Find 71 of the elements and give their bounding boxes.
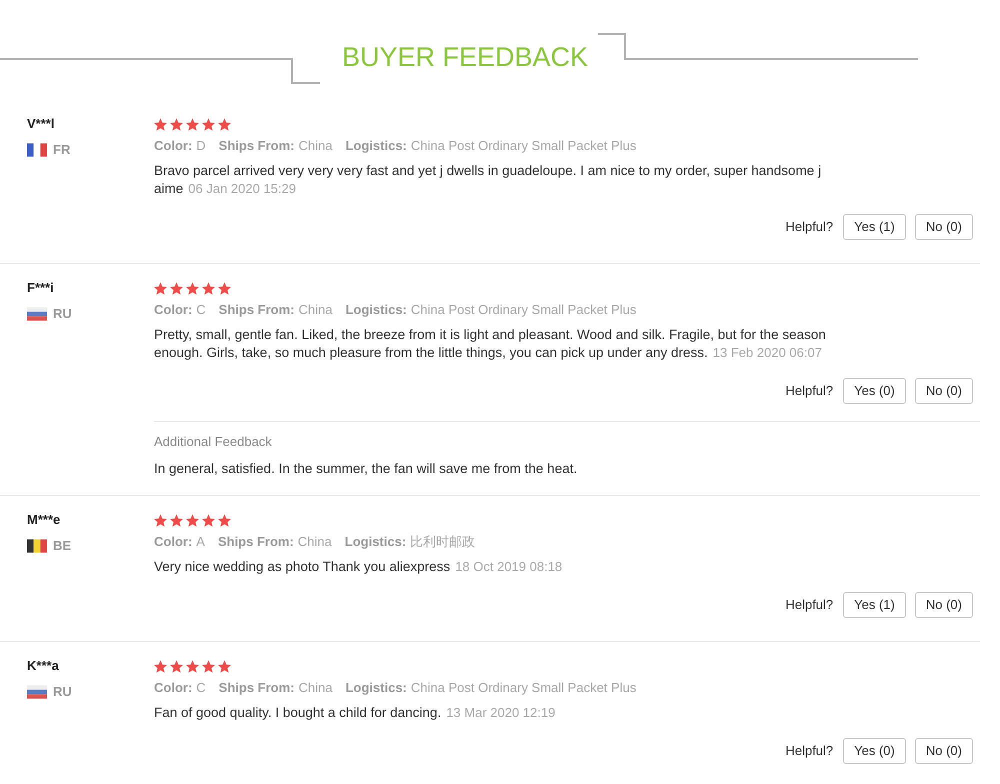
attribute-label: Logistics: [344,533,406,551]
attribute-label: Color: [154,301,192,319]
attribute-value: China [298,533,332,551]
attribute-value: China Post Ordinary Small Packet Plus [410,301,636,319]
reviewer-name: F***i [27,279,55,297]
country-code: RU [53,305,72,323]
star-icon [154,118,167,130]
additional-feedback-label: Additional Feedback [154,433,273,451]
no-button[interactable]: No (0) [914,738,973,764]
star-icon [202,514,215,526]
review-text: Fan of good quality. I bought a child for dancing. 13 Mar 2020 12:19 [154,704,556,722]
country-code: RU [53,683,72,701]
attribute-value: A [196,533,205,551]
attribute-value: China [298,679,332,697]
yes-button[interactable]: Yes (1) [843,592,906,618]
attribute-value: C [196,301,206,319]
star-icon [186,514,199,526]
attribute-label: Color: [154,137,192,155]
yes-button[interactable]: Yes (0) [843,378,906,404]
helpful-label: Helpful? [785,596,834,614]
star-icon [186,282,199,294]
attribute-value: 比利时邮政 [410,533,476,551]
no-button[interactable]: No (0) [914,214,973,240]
reviewer-name: V***l [27,115,56,133]
star-icon [186,660,199,672]
star-icon [154,660,167,672]
star-icon [202,282,215,294]
star-icon [218,660,231,672]
helpful-label: Helpful? [785,218,834,236]
attribute-value: China Post Ordinary Small Packet Plus [410,137,636,155]
attribute-value: D [196,137,206,155]
attribute-value: China [298,301,332,319]
yes-button[interactable]: Yes (0) [843,738,906,764]
star-icon [218,514,231,526]
attribute-value: C [196,679,206,697]
country-code: BE [53,537,72,555]
star-icon [202,118,215,130]
attribute-value: China Post Ordinary Small Packet Plus [410,679,636,697]
star-icon [170,660,183,672]
attribute-label: Ships From: [218,301,295,319]
helpful-label: Helpful? [785,742,834,760]
attribute-label: Ships From: [218,679,295,697]
yes-button[interactable]: Yes (1) [843,214,906,240]
attribute-value: China [298,137,332,155]
reviewer-name: K***a [27,657,60,675]
additional-feedback-text: In general, satisfied. In the summer, the fan will save me from the heat. [154,460,578,478]
review-text: Very nice wedding as photo Thank you aliexpress 18 Oct 2019 08:18 [154,558,564,576]
reviewer-name: M***e [27,511,62,529]
attribute-label: Color: [154,533,192,551]
attribute-label: Color: [154,679,192,697]
attribute-label: Logistics: [345,301,407,319]
attribute-label: Logistics: [345,137,407,155]
helpful-label: Helpful? [785,382,834,400]
star-icon [202,660,215,672]
attribute-label: Ships From: [218,137,295,155]
no-button[interactable]: No (0) [914,378,973,404]
star-icon [154,282,167,294]
star-icon [170,282,183,294]
star-icon [170,514,183,526]
attribute-label: Ships From: [218,533,294,551]
review-text: Bravo parcel arrived very very very fast and yet j dwells in guadeloupe. I am nice to my order, super handsome j aime 06 Jan 2020 15:29 [154,162,822,198]
country-code: FR [53,141,70,159]
star-icon [186,118,199,130]
no-button[interactable]: No (0) [914,592,973,618]
attribute-label: Logistics: [345,679,407,697]
star-icon [154,514,167,526]
star-icon [170,118,183,130]
star-icon [218,282,231,294]
star-icon [218,118,231,130]
review-text: Pretty, small, gentle fan. Liked, the breeze from it is light and pleasant. Wood and silk. Fragile, but for the season enough. Girls, take, so much pleasure from the little things, you can pick up under any dress. 13 Feb 2020 06:07 [154,326,827,362]
section-title: BUYER FEEDBACK [340,42,590,72]
